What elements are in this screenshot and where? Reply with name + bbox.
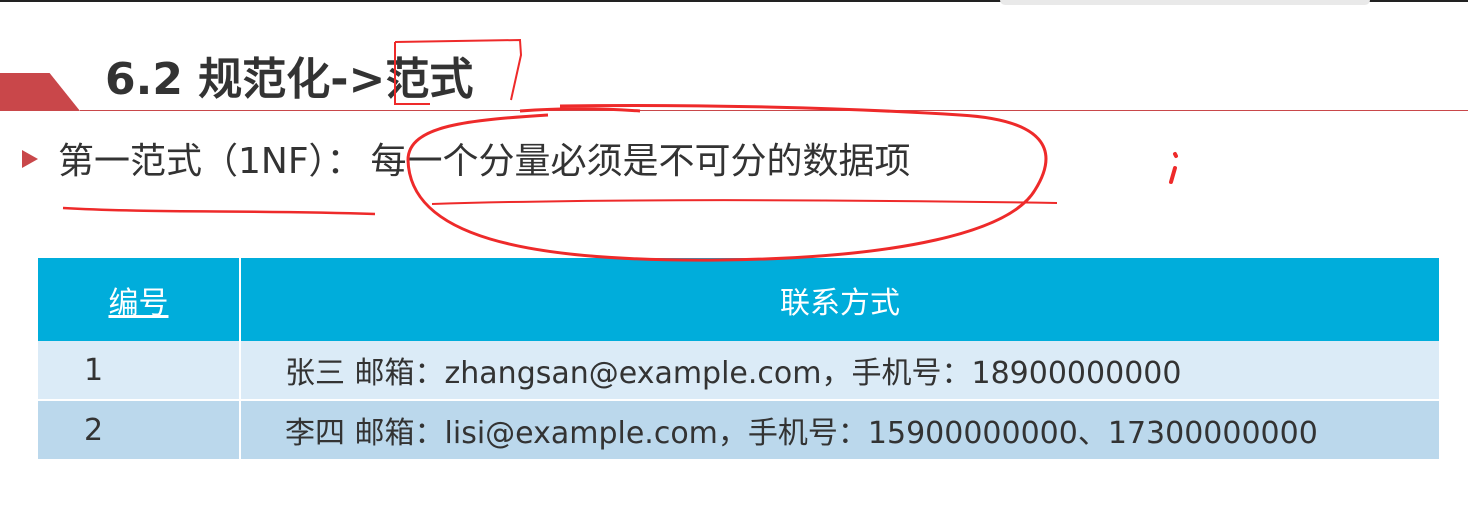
annotation-i-dot: [1173, 152, 1178, 158]
cell-contact: 张三 邮箱：zhangsan@example.com，手机号：189000000…: [240, 341, 1439, 401]
cell-contact: 李四 邮箱：lisi@example.com，手机号：15900000000、1…: [285, 416, 1318, 451]
title-decoration: [0, 73, 80, 111]
annotation-term-underline: [62, 206, 376, 216]
annotation-definition-underline: [431, 199, 1058, 205]
column-header-id: 编号: [38, 258, 241, 341]
column-header-contact: 联系方式: [240, 258, 1439, 341]
cell-id: 2: [38, 400, 241, 459]
column-header-id-label: 编号: [108, 285, 169, 321]
bullet-term: 第一范式（1NF）：: [58, 141, 363, 182]
table-row: 2 李四 邮箱：lisi@example.com，手机号：15900000000…: [38, 400, 1439, 459]
bullet-item: 第一范式（1NF）： 每一个分量必须是不可分的数据项: [22, 138, 911, 186]
contact-table: 编号 联系方式 1 张三 邮箱：zhangsan@example.com，手机号…: [38, 258, 1439, 459]
bullet-definition: 每一个分量必须是不可分的数据项: [370, 141, 911, 182]
slide: 6.2 规范化->范式 第一范式（1NF）： 每一个分量必须是不可分的数据项 编号…: [0, 0, 1468, 529]
slide-title: 6.2 规范化->范式: [105, 54, 474, 105]
bullet-arrow-icon: [22, 150, 38, 168]
annotation-i-stem: [1169, 166, 1177, 184]
top-tab-shadow: [1000, 0, 1370, 5]
table-row: 1 张三 邮箱：zhangsan@example.com，手机号：1890000…: [38, 341, 1439, 401]
table-header-row: 编号 联系方式: [38, 258, 1439, 341]
title-underline: [80, 110, 1468, 111]
cell-id: 1: [38, 341, 241, 401]
